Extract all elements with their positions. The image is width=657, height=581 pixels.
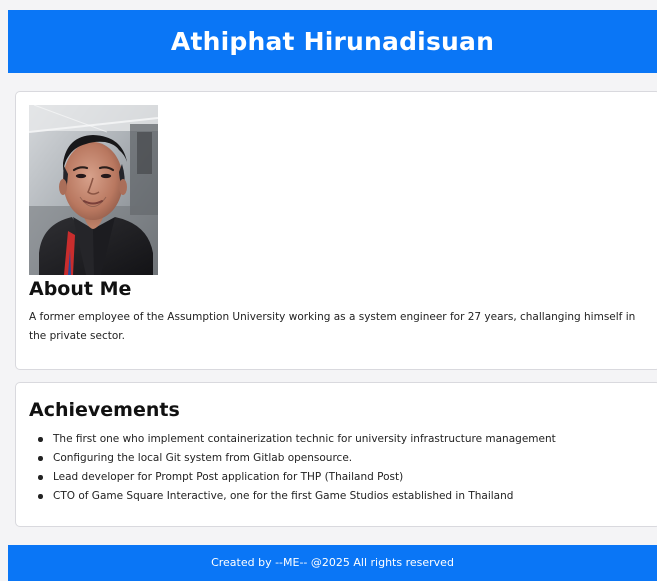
footer-text: Created by --ME-- @2025 All rights reser…	[211, 556, 454, 569]
achievement-item: CTO of Game Square Interactive, one for …	[29, 487, 556, 506]
achievements-title: Achievements	[29, 399, 180, 421]
profile-photo-image	[29, 105, 158, 275]
achievement-item: The first one who implement containeriza…	[29, 430, 556, 449]
site-footer: Created by --ME-- @2025 All rights reser…	[8, 545, 657, 581]
about-me-text: A former employee of the Assumption Univ…	[29, 311, 636, 342]
site-header: Athiphat Hirunadisuan	[8, 10, 657, 73]
achievement-item: Lead developer for Prompt Post applicati…	[29, 468, 556, 487]
page-title: Athiphat Hirunadisuan	[170, 27, 495, 56]
about-me-title: About Me	[29, 278, 132, 300]
achievements-card: Achievements The first one who implement…	[15, 382, 657, 527]
about-card: About Me A former employee of the Assump…	[15, 91, 657, 370]
achievement-item: Configuring the local Git system from Gi…	[29, 449, 556, 468]
profile-photo	[29, 105, 158, 275]
achievements-list: The first one who implement containeriza…	[29, 430, 556, 506]
